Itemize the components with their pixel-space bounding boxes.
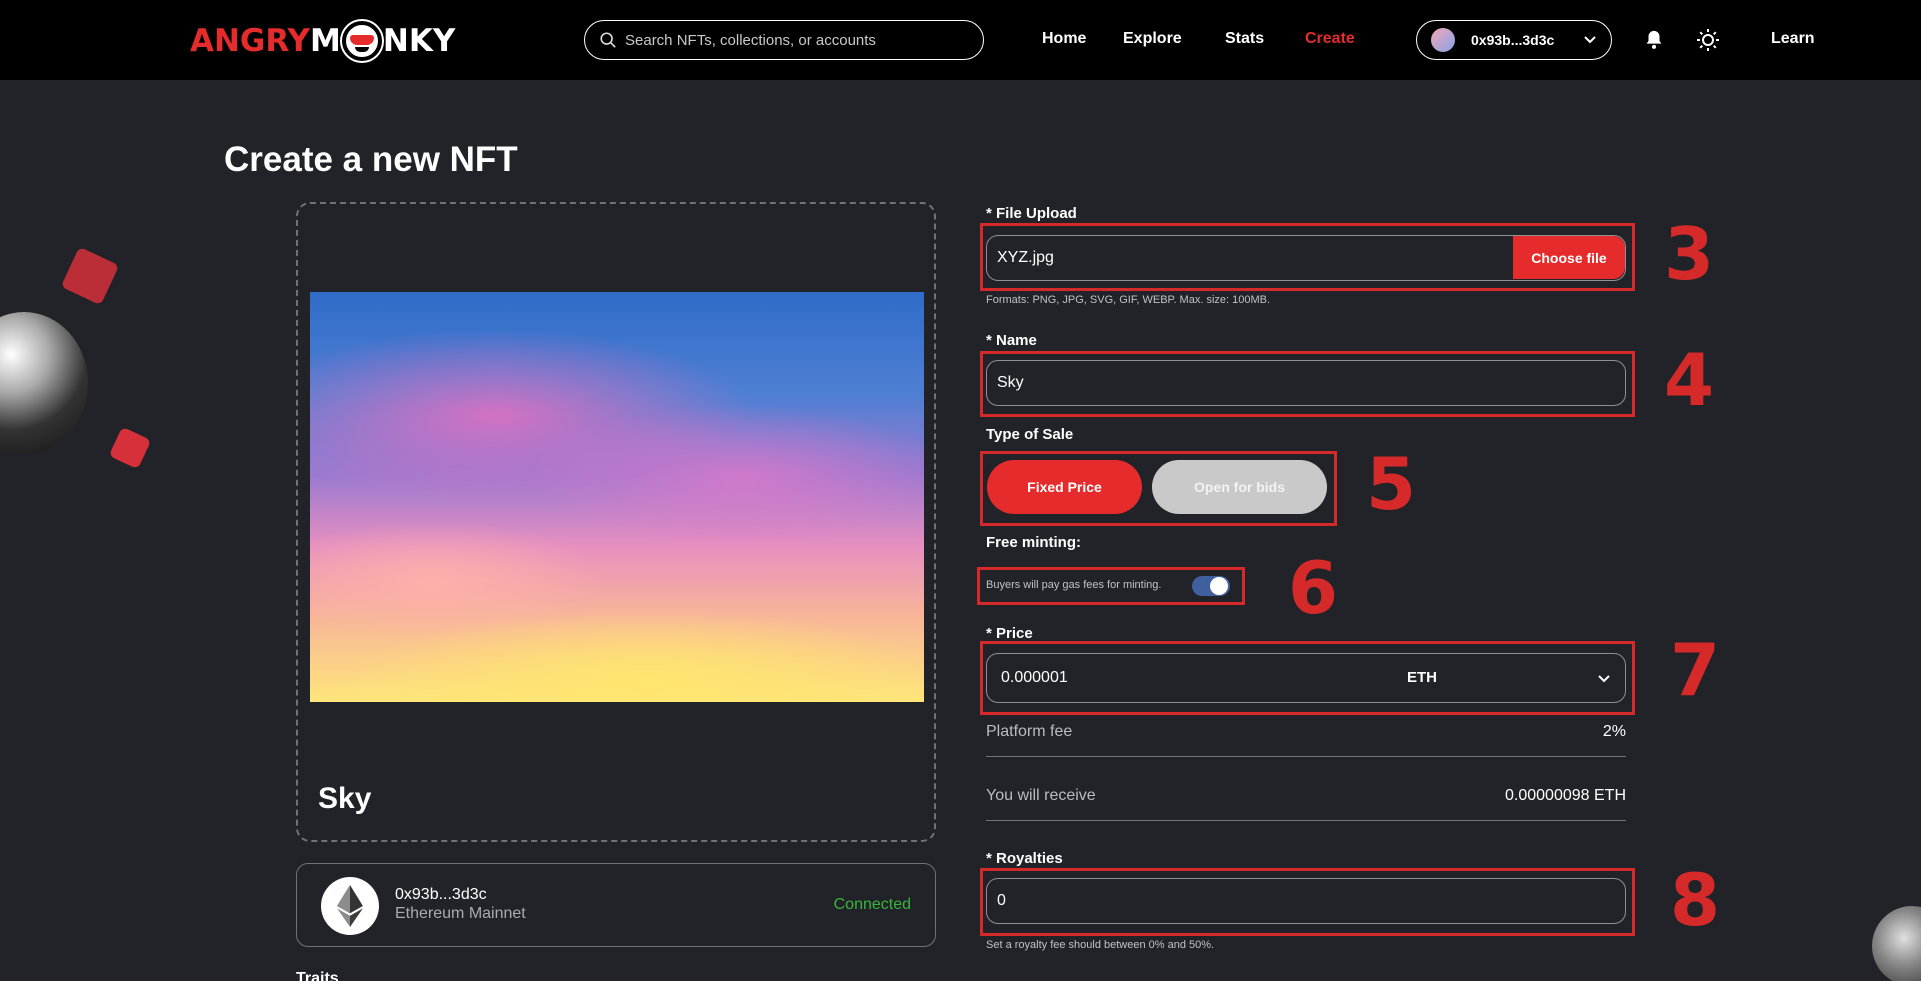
nav-stats[interactable]: Stats (1225, 30, 1264, 48)
decorative-cube (60, 246, 120, 306)
type-of-sale-label: Type of Sale (986, 426, 1074, 443)
nav-create[interactable]: Create (1305, 30, 1355, 48)
angrymonky-logo[interactable]: ANGRY M NKY (190, 21, 455, 61)
nft-preview-name: Sky (318, 782, 372, 815)
chevron-down-icon (1584, 36, 1596, 44)
receive-row: You will receive 0.00000098 ETH (986, 787, 1626, 821)
nav-explore[interactable]: Explore (1123, 30, 1182, 48)
platform-fee-label: Platform fee (986, 723, 1073, 740)
royalties-hint: Set a royalty fee should between 0% and … (986, 939, 1215, 951)
nav-home[interactable]: Home (1042, 30, 1086, 48)
annotation-box-7 (980, 641, 1635, 715)
annotation-number-6: 6 (1288, 546, 1339, 630)
nft-preview-image (310, 292, 924, 702)
platform-fee-value: 2% (1602, 723, 1626, 740)
top-navbar: ANGRY M NKY Search NFTs, collections, or a… (0, 0, 1921, 80)
receive-value: 0.00000098 ETH (1505, 787, 1626, 804)
decorative-monkey-ball (1872, 906, 1921, 981)
wallet-dropdown[interactable]: 0x93b...3d3c (1416, 20, 1612, 60)
royalties-label: * Royalties (986, 850, 1063, 867)
wallet-address: 0x93b...3d3c (1471, 32, 1555, 48)
ethereum-icon (321, 877, 379, 935)
page-title: Create a new NFT (224, 140, 518, 179)
wallet-card-address: 0x93b...3d3c (395, 886, 487, 903)
decorative-cube (108, 426, 152, 470)
nft-preview-card: Sky (296, 202, 936, 842)
notification-bell-icon[interactable] (1642, 28, 1666, 52)
annotation-number-8: 8 (1670, 858, 1721, 942)
monkey-face-icon (341, 21, 382, 61)
annotation-number-7: 7 (1670, 628, 1721, 712)
annotation-number-5: 5 (1366, 442, 1417, 526)
receive-label: You will receive (986, 787, 1096, 804)
search-input[interactable]: Search NFTs, collections, or accounts (584, 20, 984, 60)
file-format-hint: Formats: PNG, JPG, SVG, GIF, WEBP. Max. … (986, 294, 1271, 306)
free-minting-label: Free minting: (986, 534, 1082, 551)
platform-fee-row: Platform fee 2% (986, 723, 1626, 757)
file-upload-label: * File Upload (986, 205, 1077, 222)
annotation-box-3 (980, 223, 1635, 291)
theme-sun-icon[interactable] (1696, 28, 1720, 52)
annotation-number-3: 3 (1664, 212, 1715, 296)
annotation-box-5 (980, 451, 1337, 526)
wallet-card-network: Ethereum Mainnet (395, 905, 526, 922)
annotation-box-8 (980, 868, 1635, 936)
name-label: * Name (986, 332, 1037, 349)
nav-learn[interactable]: Learn (1771, 30, 1815, 48)
wallet-connected-status: Connected (833, 896, 911, 913)
annotation-number-4: 4 (1664, 338, 1715, 422)
traits-label: Traits (296, 970, 339, 981)
wallet-avatar (1431, 28, 1455, 52)
search-icon (600, 32, 616, 48)
connected-wallet-card: 0x93b...3d3c Ethereum Mainnet Connected (296, 863, 936, 947)
price-label: * Price (986, 625, 1033, 642)
decorative-monkey-ball (0, 312, 88, 454)
annotation-box-6 (977, 567, 1245, 605)
annotation-box-4 (980, 351, 1635, 417)
search-placeholder: Search NFTs, collections, or accounts (625, 31, 876, 49)
